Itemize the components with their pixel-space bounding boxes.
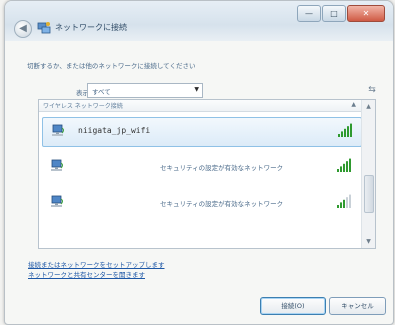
network-icon bbox=[37, 22, 51, 34]
signal-bar bbox=[349, 194, 351, 208]
group-header[interactable]: ワイヤレス ネットワーク接続 ▲ bbox=[39, 100, 361, 112]
network-row[interactable]: niigata_jp_wifi bbox=[42, 117, 362, 147]
maximize-button[interactable]: □ bbox=[322, 5, 346, 22]
signal-bar bbox=[340, 202, 342, 208]
show-filter-select[interactable]: すべて ▼ bbox=[87, 83, 203, 98]
signal-bar bbox=[344, 128, 346, 137]
group-header-label: ワイヤレス ネットワーク接続 bbox=[43, 103, 123, 110]
refresh-icon[interactable]: ⇆ bbox=[365, 84, 379, 96]
window-title: ネットワークに接続 bbox=[55, 23, 127, 32]
signal-bar bbox=[338, 134, 340, 137]
signal-bar bbox=[343, 163, 345, 172]
chevron-down-icon: ▼ bbox=[194, 86, 199, 93]
network-name: niigata_jp_wifi bbox=[78, 126, 151, 135]
close-button[interactable]: ✕ bbox=[347, 5, 385, 22]
window-controls: — □ ✕ bbox=[296, 5, 385, 22]
prompt-text: 切断するか、または他のネットワークに接続してください bbox=[27, 62, 196, 70]
wireless-network-icon bbox=[51, 159, 63, 171]
cancel-button[interactable]: キャンセル bbox=[329, 297, 386, 315]
network-row[interactable]: セキュリティの設定が有効なネットワーク bbox=[42, 153, 360, 181]
signal-bar bbox=[337, 169, 339, 172]
list-scrollbar[interactable]: ▲ ▼ bbox=[361, 100, 375, 248]
network-connect-window: — □ ✕ ◀ ネットワークに接続 切断するか、または他のネットワークに接続して… bbox=[4, 0, 394, 325]
signal-strength-icon bbox=[337, 194, 351, 208]
wireless-network-icon bbox=[51, 195, 63, 207]
collapse-icon[interactable]: ▲ bbox=[351, 101, 356, 108]
wireless-network-icon bbox=[52, 124, 64, 136]
signal-bar bbox=[346, 161, 348, 172]
signal-bar bbox=[347, 126, 349, 137]
network-center-link[interactable]: ネットワークと共有センターを開きます bbox=[28, 269, 145, 279]
network-row[interactable]: セキュリティの設定が有効なネットワーク bbox=[42, 189, 360, 217]
signal-bar bbox=[343, 199, 345, 208]
signal-bar bbox=[349, 158, 351, 172]
connect-button[interactable]: 接続(O) bbox=[260, 297, 326, 315]
network-status: セキュリティの設定が有効なネットワーク bbox=[160, 200, 284, 208]
title-bar: — □ ✕ ◀ ネットワークに接続 bbox=[5, 1, 393, 41]
setup-connection-link[interactable]: 接続またはネットワークをセットアップします bbox=[28, 259, 165, 269]
scroll-up-icon[interactable]: ▲ bbox=[364, 102, 373, 111]
network-status: セキュリティの設定が有効なネットワーク bbox=[160, 164, 284, 172]
signal-bar bbox=[340, 166, 342, 172]
back-arrow-icon[interactable]: ◀ bbox=[14, 20, 32, 38]
minimize-button[interactable]: — bbox=[297, 5, 321, 22]
scroll-thumb[interactable] bbox=[364, 175, 374, 213]
show-filter-value: すべて bbox=[92, 88, 111, 96]
signal-strength-icon bbox=[337, 158, 351, 172]
network-list: ワイヤレス ネットワーク接続 ▲ niigata_jp_wifi セキュリティの… bbox=[38, 99, 376, 249]
signal-bar bbox=[341, 131, 343, 137]
signal-strength-icon bbox=[338, 123, 352, 137]
signal-bar bbox=[337, 205, 339, 208]
signal-bar bbox=[346, 197, 348, 208]
scroll-down-icon[interactable]: ▼ bbox=[364, 237, 373, 246]
signal-bar bbox=[350, 123, 352, 137]
